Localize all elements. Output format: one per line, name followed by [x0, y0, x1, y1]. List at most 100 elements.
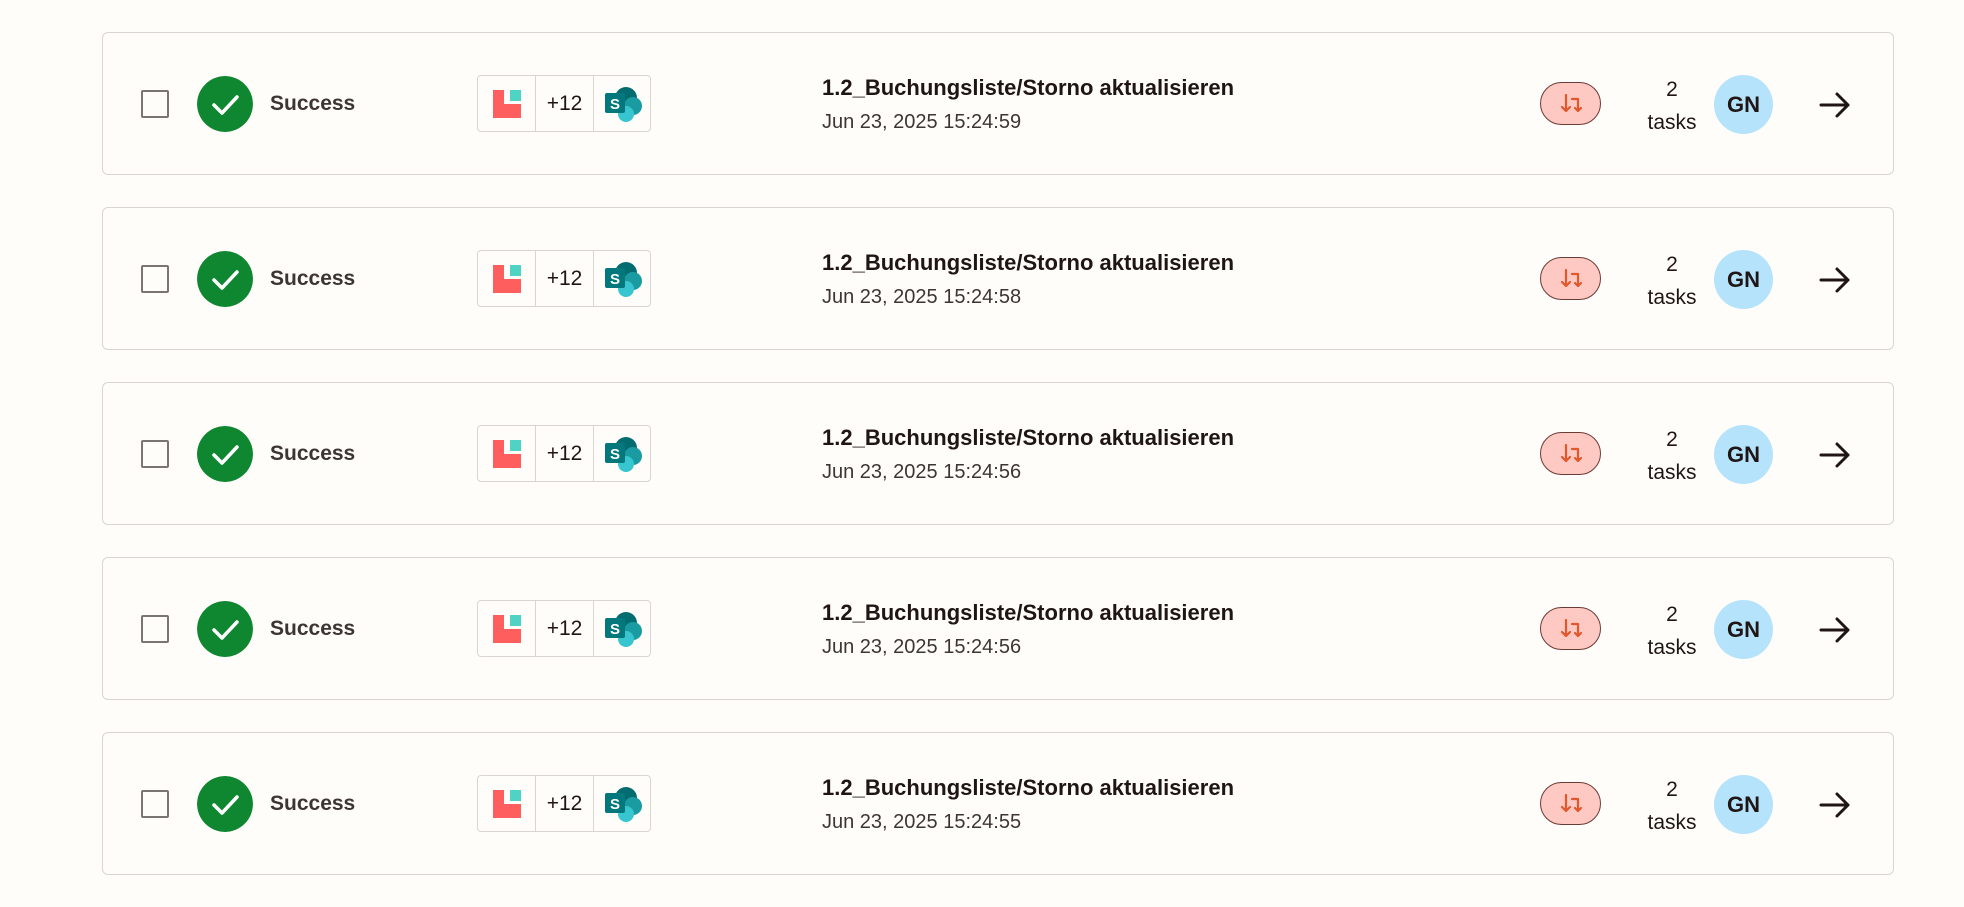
owner-avatar[interactable]: GN [1714, 75, 1773, 134]
row-select-checkbox[interactable] [141, 90, 169, 118]
owner-avatar[interactable]: GN [1714, 425, 1773, 484]
transfer-arrows-icon [1560, 618, 1582, 637]
app-cell-first [478, 776, 535, 831]
sharepoint-icon: S [604, 436, 642, 472]
arrow-right-icon[interactable] [1818, 88, 1852, 122]
sharepoint-letter: S [610, 271, 620, 288]
check-circle-icon [197, 76, 253, 132]
more-apps-label: +12 [546, 791, 583, 815]
transfer-badge[interactable] [1540, 82, 1601, 125]
app-cell-first [478, 76, 535, 131]
run-timestamp: Jun 23, 2025 15:24:58 [822, 286, 1022, 308]
sharepoint-letter: S [610, 96, 620, 113]
status-label: Success [270, 442, 356, 465]
more-apps-count: +12 [535, 251, 592, 306]
owner-avatar[interactable]: GN [1714, 250, 1773, 309]
task-count-unit: tasks [1647, 111, 1697, 134]
zap-title: 1.2_Buchungsliste/Storno aktualisieren [822, 425, 1235, 450]
zap-title: 1.2_Buchungsliste/Storno aktualisieren [822, 600, 1235, 625]
red-app-logo-icon [492, 439, 521, 468]
check-circle-icon [197, 251, 253, 307]
zap-run-list: Success +12 S 1.2_Buchungsliste/Storno a… [102, 32, 1894, 907]
sharepoint-letter: S [610, 621, 620, 638]
run-timestamp: Jun 23, 2025 15:24:59 [822, 111, 1022, 133]
arrow-right-icon[interactable] [1818, 613, 1852, 647]
arrow-right-icon[interactable] [1818, 438, 1852, 472]
sharepoint-letter: S [610, 446, 620, 463]
app-icons-group[interactable]: +12 S [477, 425, 651, 482]
app-cell-first [478, 426, 535, 481]
app-cell-last: S [592, 76, 650, 131]
task-count: 2 tasks [1619, 423, 1725, 489]
more-apps-label: +12 [546, 266, 583, 290]
task-count-number: 2 [1666, 428, 1678, 451]
transfer-arrows-icon [1560, 443, 1582, 462]
arrow-right-icon[interactable] [1818, 788, 1852, 822]
task-count-number: 2 [1666, 78, 1678, 101]
zap-title: 1.2_Buchungsliste/Storno aktualisieren [822, 250, 1235, 275]
sharepoint-letter: S [610, 796, 620, 813]
task-count-number: 2 [1666, 603, 1678, 626]
sharepoint-icon: S [604, 611, 642, 647]
transfer-badge[interactable] [1540, 782, 1601, 825]
task-count: 2 tasks [1619, 598, 1725, 664]
app-icons-group[interactable]: +12 S [477, 775, 651, 832]
task-count-number: 2 [1666, 253, 1678, 276]
run-timestamp: Jun 23, 2025 15:24:55 [822, 811, 1022, 833]
app-cell-last: S [592, 601, 650, 656]
app-icons-group[interactable]: +12 S [477, 75, 651, 132]
status-label: Success [270, 617, 356, 640]
more-apps-label: +12 [546, 91, 583, 115]
sharepoint-icon: S [604, 86, 642, 122]
zap-run-row[interactable]: Success +12 S 1.2_Buchungsliste/Storno a… [102, 557, 1894, 700]
check-circle-icon [197, 601, 253, 657]
row-select-checkbox[interactable] [141, 615, 169, 643]
zap-run-row[interactable]: Success +12 S 1.2_Buchungsliste/Storno a… [102, 382, 1894, 525]
zap-run-row[interactable]: Success +12 S 1.2_Buchungsliste/Storno a… [102, 732, 1894, 875]
task-count: 2 tasks [1619, 773, 1725, 839]
app-cell-first [478, 251, 535, 306]
task-count-unit: tasks [1647, 636, 1697, 659]
task-count-number: 2 [1666, 778, 1678, 801]
transfer-arrows-icon [1560, 793, 1582, 812]
red-app-logo-icon [492, 614, 521, 643]
more-apps-count: +12 [535, 76, 592, 131]
app-cell-first [478, 601, 535, 656]
zap-run-row[interactable]: Success +12 S 1.2_Buchungsliste/Storno a… [102, 32, 1894, 175]
red-app-logo-icon [492, 789, 521, 818]
run-timestamp: Jun 23, 2025 15:24:56 [822, 636, 1022, 658]
transfer-badge[interactable] [1540, 432, 1601, 475]
transfer-arrows-icon [1560, 268, 1582, 287]
red-app-logo-icon [492, 89, 521, 118]
row-select-checkbox[interactable] [141, 265, 169, 293]
app-cell-last: S [592, 426, 650, 481]
app-icons-group[interactable]: +12 S [477, 600, 651, 657]
sharepoint-icon: S [604, 261, 642, 297]
transfer-arrows-icon [1560, 93, 1582, 112]
status-label: Success [270, 792, 356, 815]
zap-title: 1.2_Buchungsliste/Storno aktualisieren [822, 75, 1235, 100]
check-circle-icon [197, 776, 253, 832]
more-apps-label: +12 [546, 441, 583, 465]
zap-title: 1.2_Buchungsliste/Storno aktualisieren [822, 775, 1235, 800]
more-apps-count: +12 [535, 426, 592, 481]
task-count-unit: tasks [1647, 286, 1697, 309]
app-icons-group[interactable]: +12 S [477, 250, 651, 307]
check-circle-icon [197, 426, 253, 482]
owner-avatar[interactable]: GN [1714, 775, 1773, 834]
row-select-checkbox[interactable] [141, 790, 169, 818]
sharepoint-icon: S [604, 786, 642, 822]
zap-run-row[interactable]: Success +12 S 1.2_Buchungsliste/Storno a… [102, 207, 1894, 350]
status-label: Success [270, 92, 356, 115]
red-app-logo-icon [492, 264, 521, 293]
arrow-right-icon[interactable] [1818, 263, 1852, 297]
run-timestamp: Jun 23, 2025 15:24:56 [822, 461, 1022, 483]
row-select-checkbox[interactable] [141, 440, 169, 468]
app-cell-last: S [592, 776, 650, 831]
task-count: 2 tasks [1619, 248, 1725, 314]
more-apps-count: +12 [535, 776, 592, 831]
transfer-badge[interactable] [1540, 607, 1601, 650]
transfer-badge[interactable] [1540, 257, 1601, 300]
task-count-unit: tasks [1647, 461, 1697, 484]
owner-avatar[interactable]: GN [1714, 600, 1773, 659]
